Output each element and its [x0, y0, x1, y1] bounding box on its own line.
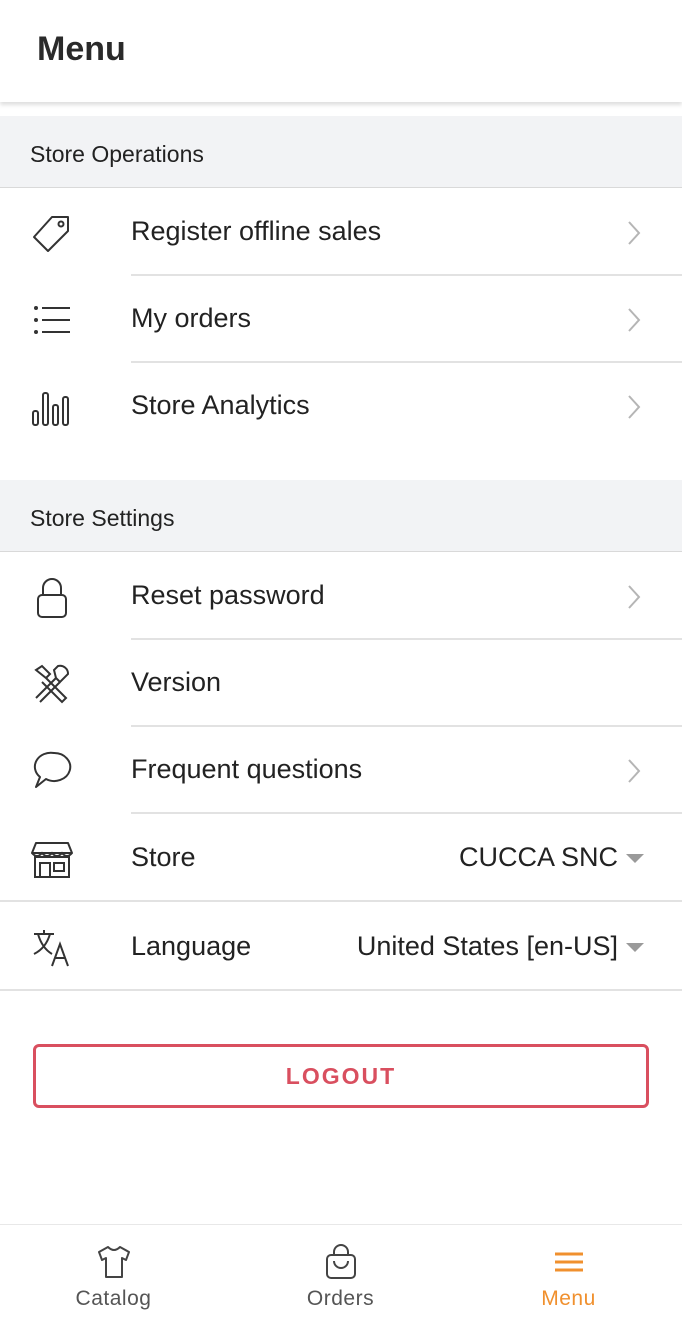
- menu-item-label: Frequent questions: [131, 754, 363, 784]
- dropdown-caret-icon[interactable]: [626, 943, 644, 952]
- list-icon: [30, 298, 74, 342]
- bottom-tab-bar: Catalog Orders Menu: [0, 1224, 682, 1329]
- page-title: Menu: [37, 30, 126, 68]
- menu-item-label: Version: [131, 667, 222, 697]
- tab-label: Menu: [541, 1287, 596, 1310]
- menu-item-label: Language: [131, 931, 252, 961]
- menu-item-my-orders[interactable]: My orders: [0, 276, 682, 363]
- divider: [0, 900, 682, 902]
- shopping-bag-icon: [322, 1243, 360, 1281]
- tshirt-icon: [95, 1243, 133, 1281]
- menu-item-store[interactable]: Store CUCCA SNC: [0, 815, 682, 902]
- divider: [131, 812, 682, 814]
- tag-icon: [30, 211, 74, 255]
- section-title: Store Operations: [30, 141, 204, 167]
- menu-item-store-analytics[interactable]: Store Analytics: [0, 363, 682, 450]
- chevron-right-icon: [626, 757, 642, 785]
- storefront-icon: [30, 837, 74, 881]
- divider: [0, 989, 682, 991]
- section-title: Store Settings: [30, 505, 175, 531]
- menu-item-label: Store: [131, 842, 196, 872]
- menu-item-reset-password[interactable]: Reset password: [0, 553, 682, 640]
- language-select-value[interactable]: United States [en-US]: [357, 931, 618, 962]
- menu-item-label: Reset password: [131, 580, 325, 610]
- tab-menu[interactable]: Menu: [455, 1225, 682, 1329]
- lock-icon: [30, 575, 74, 619]
- chevron-right-icon: [626, 306, 642, 334]
- tab-label: Orders: [306, 1287, 375, 1310]
- store-select-value[interactable]: CUCCA SNC: [459, 842, 618, 873]
- bar-chart-icon: [30, 385, 74, 429]
- tab-orders[interactable]: Orders: [227, 1225, 454, 1329]
- section-header-store-operations: Store Operations: [0, 116, 682, 188]
- tools-icon: [30, 662, 74, 706]
- menu-item-language[interactable]: Language United States [en-US]: [0, 904, 682, 991]
- menu-item-frequent-questions[interactable]: Frequent questions: [0, 727, 682, 814]
- translate-icon: [30, 926, 74, 970]
- chevron-right-icon: [626, 219, 642, 247]
- menu-item-label: Register offline sales: [131, 216, 382, 246]
- menu-item-label: Store Analytics: [131, 390, 310, 420]
- logout-button[interactable]: LOGOUT: [33, 1044, 649, 1108]
- hamburger-icon: [550, 1243, 588, 1281]
- menu-item-label: My orders: [131, 303, 252, 333]
- menu-item-version[interactable]: Version: [0, 640, 682, 727]
- dropdown-caret-icon[interactable]: [626, 854, 644, 863]
- tab-catalog[interactable]: Catalog: [0, 1225, 227, 1329]
- chevron-right-icon: [626, 393, 642, 421]
- tab-label: Catalog: [75, 1287, 152, 1310]
- chevron-right-icon: [626, 583, 642, 611]
- menu-item-register-offline-sales[interactable]: Register offline sales: [0, 189, 682, 276]
- section-header-store-settings: Store Settings: [0, 480, 682, 552]
- chat-bubble-icon: [30, 749, 74, 793]
- app-header: Menu: [0, 0, 682, 102]
